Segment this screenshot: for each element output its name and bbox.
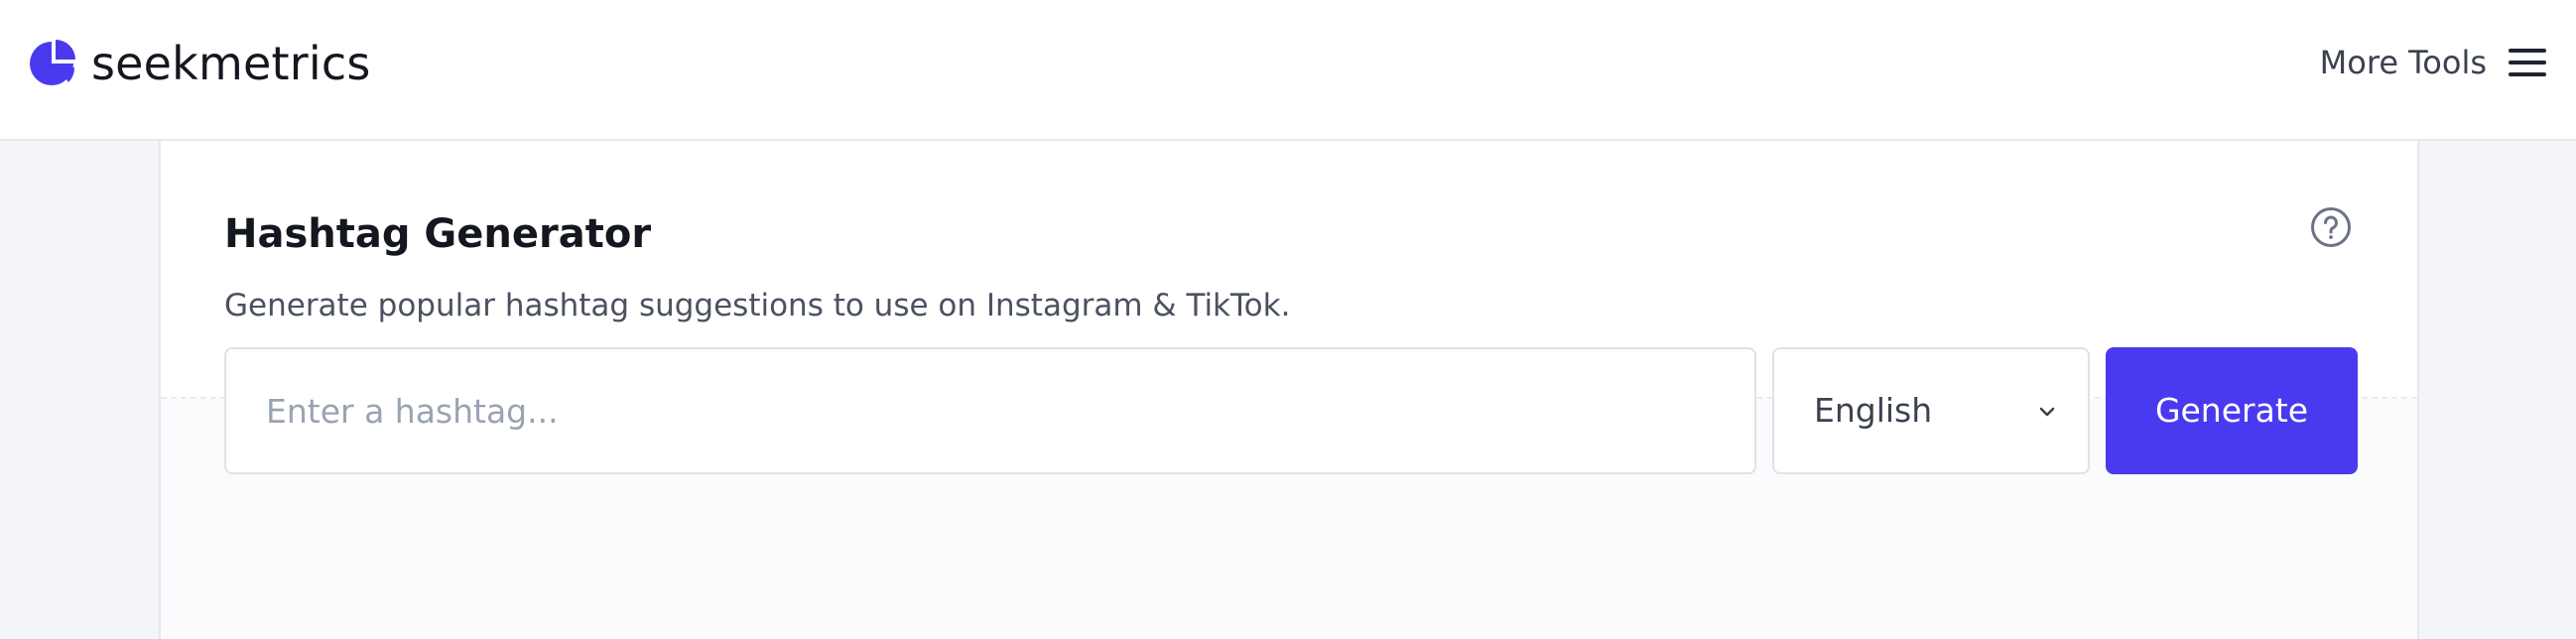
brand-logo-link[interactable]: seekmetrics xyxy=(26,38,371,89)
hashtag-generator-card: Hashtag Generator Generate popular hasht… xyxy=(159,141,2419,639)
language-select-value: English xyxy=(1814,391,1933,430)
hashtag-input[interactable] xyxy=(224,347,1756,474)
page-title: Hashtag Generator xyxy=(224,211,652,257)
brand-name: seekmetrics xyxy=(91,37,371,90)
hamburger-menu-icon[interactable] xyxy=(2509,49,2546,76)
more-tools-menu[interactable]: More Tools xyxy=(2320,36,2546,89)
more-tools-label: More Tools xyxy=(2319,44,2487,81)
top-navigation-bar: seekmetrics More Tools xyxy=(0,0,2576,141)
page-subtitle: Generate popular hashtag suggestions to … xyxy=(224,288,1291,323)
chevron-down-icon xyxy=(2039,407,2055,417)
question-circle-icon[interactable] xyxy=(2310,206,2352,248)
pie-chart-logo-icon xyxy=(30,40,75,85)
generate-button[interactable]: Generate xyxy=(2106,347,2358,474)
language-select[interactable]: English xyxy=(1772,347,2090,474)
